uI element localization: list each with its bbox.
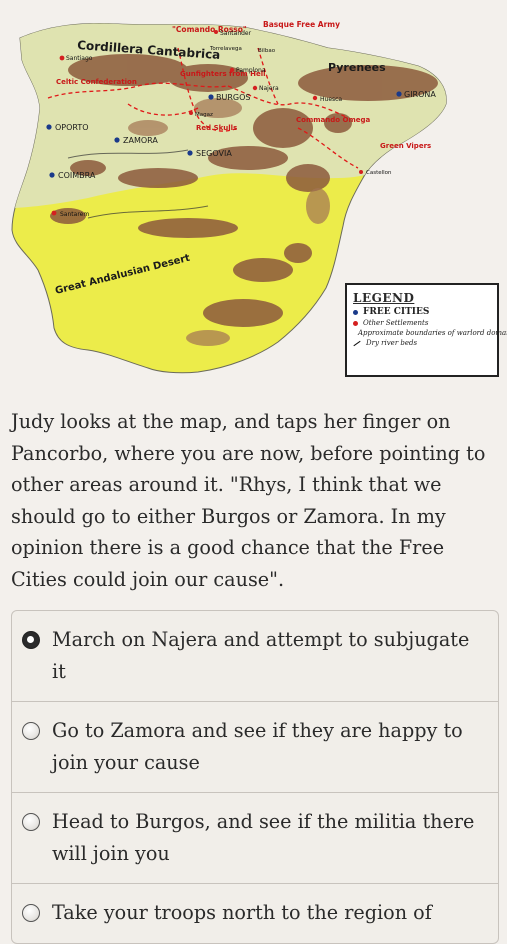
map-label-castellon: Castellon [366, 170, 392, 176]
map-label-zamora: ZAMORA [123, 136, 158, 145]
marker-santarem [51, 210, 57, 216]
map-label-segovia: SEGOVIA [196, 149, 232, 158]
choice-label: Head to Burgos, and see if the militia t… [52, 810, 475, 865]
map-label-basque: Basque Free Army [263, 20, 340, 29]
marker-huesca [312, 95, 318, 101]
choice-label: Take your troops north to the region of [52, 901, 432, 924]
legend-free-cities-label: FREE CITIES [363, 307, 430, 317]
legend-dry-river-label: Dry river beds [366, 339, 418, 347]
marker-castellon [359, 170, 363, 174]
map-label-santiago: Santiago [66, 55, 93, 62]
map-label-santander: Santander [220, 30, 252, 37]
map-label-pamplona: Pamplona [236, 67, 266, 74]
legend-boundaries: Approximate boundaries of warlord domain… [352, 329, 507, 337]
map-label-red-skulls: Red Skulls [196, 124, 237, 132]
map-label-najera: Najera [259, 85, 279, 92]
iberia-map: Cordillera Cantabrica Pyrenees Great And… [8, 8, 507, 378]
marker-magaz [189, 111, 193, 115]
map-label-burgos: BURGOS [216, 93, 250, 102]
choice-option[interactable]: Take your troops north to the region of [12, 884, 498, 943]
radio-icon[interactable] [22, 812, 40, 831]
settlement-dot-icon [353, 320, 358, 326]
marker-najera [252, 85, 258, 91]
radio-icon[interactable] [22, 721, 40, 740]
story-text: Judy looks at the map, and taps her fing… [11, 410, 486, 591]
legend-dry-river: Dry river beds [353, 339, 492, 347]
choice-label: March on Najera and attempt to subjugate… [52, 628, 470, 683]
map-label-celtic: Celtic Confederation [56, 78, 137, 86]
legend-boundaries-label: Approximate boundaries of warlord domain… [358, 329, 507, 337]
map-label-santarem: Santarem [60, 211, 89, 218]
map-label-huesca: Huesca [320, 96, 342, 103]
choice-list: March on Najera and attempt to subjugate… [11, 610, 499, 944]
map-label-coimbra: COIMBRA [58, 171, 96, 180]
choice-option[interactable]: Go to Zamora and see if they are happy t… [12, 702, 498, 793]
free-city-dot-icon [353, 309, 358, 315]
map-label-green-vipers: Green Vipers [380, 142, 431, 150]
radio-icon[interactable] [22, 903, 40, 922]
marker-zamora [114, 137, 120, 143]
marker-segovia [187, 150, 193, 156]
marker-burgos [208, 94, 214, 100]
marker-girona [396, 91, 402, 97]
map-label-oporto: OPORTO [55, 123, 89, 132]
map-label-commando-omega: Commando Omega [296, 116, 371, 124]
legend-free-cities: FREE CITIES [353, 307, 492, 317]
marker-oporto [46, 124, 52, 130]
map-label-torrelavega: Torrelavega [209, 46, 242, 52]
choice-option[interactable]: Head to Burgos, and see if the militia t… [12, 793, 498, 884]
map-legend: LEGEND FREE CITIES Other Settlements App… [345, 283, 507, 377]
legend-title: LEGEND [353, 291, 415, 305]
choice-option[interactable]: March on Najera and attempt to subjugate… [12, 611, 498, 702]
legend-other-settlements: Other Settlements [353, 319, 492, 327]
marker-santiago [59, 55, 65, 61]
map-label-magaz: Magaz [195, 112, 213, 118]
legend-other-settlements-label: Other Settlements [363, 319, 429, 327]
river-line-icon [353, 340, 361, 346]
boundary-line-icon [352, 332, 354, 334]
marker-pamplona [229, 67, 235, 73]
map-label-girona: GIRONA [404, 90, 436, 99]
marker-santander [214, 30, 218, 34]
map-label-bilbao: Bilbao [258, 48, 276, 54]
radio-selected-icon[interactable] [22, 630, 40, 649]
marker-coimbra [49, 172, 55, 178]
choice-label: Go to Zamora and see if they are happy t… [52, 719, 463, 774]
map-label-pyrenees: Pyrenees [328, 61, 386, 74]
